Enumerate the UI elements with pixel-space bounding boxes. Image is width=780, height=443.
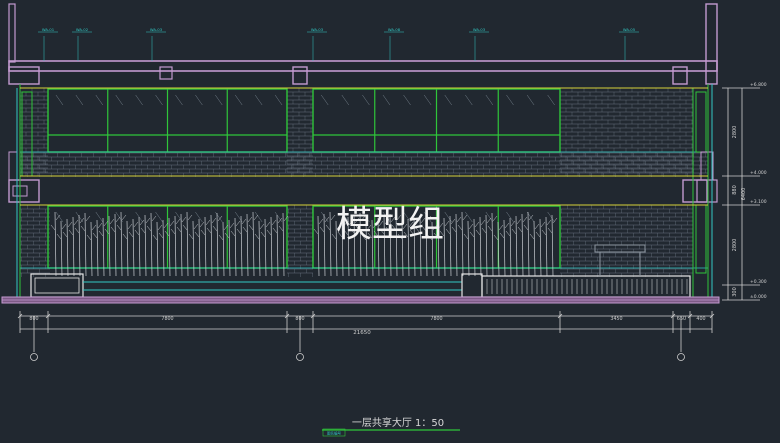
material-tag: WA-01	[42, 27, 55, 32]
segment-dim: 7800	[161, 316, 173, 322]
svg-text:+3.100: +3.100	[750, 199, 767, 205]
material-tags: WA-01 WA-02 WA-03 WA-03 WA-08 WA-03 WA-05	[38, 27, 639, 61]
material-tag: WA-08	[388, 27, 401, 32]
svg-text:2800: 2800	[732, 239, 738, 252]
dimension-labels: 800 7800 800 7800 3450 650 400	[29, 316, 705, 322]
height-dim-labels: 2800 880 2800 300 6400	[732, 126, 747, 297]
material-tag: WA-05	[623, 27, 636, 32]
ground-slab	[1, 296, 720, 304]
total-width-dim: 21650	[353, 330, 371, 336]
title-tag: 图名编号	[327, 431, 341, 436]
segment-dim: 400	[696, 316, 705, 322]
material-tag: WA-03	[473, 27, 486, 32]
plant-screen	[50, 211, 558, 277]
material-tag: WA-03	[150, 27, 163, 32]
elevation-svg: WA-01 WA-02 WA-03 WA-03 WA-08 WA-03 WA-05 800 7…	[1, 3, 767, 437]
svg-text:300: 300	[732, 287, 738, 297]
level-marks: +6.800 +4.000 +3.100 +0.300 ±0.000	[750, 82, 767, 300]
masonry-wall	[19, 87, 708, 277]
svg-text:+4.000: +4.000	[750, 170, 767, 176]
svg-text:2800: 2800	[732, 126, 738, 139]
roof-slab	[8, 3, 718, 85]
segment-dim: 7800	[430, 316, 442, 322]
mid-slab	[8, 151, 718, 203]
material-tag: WA-03	[311, 27, 324, 32]
svg-text:6400: 6400	[741, 188, 747, 201]
svg-text:880: 880	[732, 185, 738, 195]
material-tag: WA-02	[76, 27, 89, 32]
svg-text:+6.800: +6.800	[750, 82, 767, 88]
elevation-drawing: WA-01 WA-02 WA-03 WA-03 WA-08 WA-03 WA-05 800 7…	[0, 0, 780, 439]
segment-dim: 3450	[610, 316, 622, 322]
drawing-title: 一层共享大厅 1：50	[352, 416, 444, 429]
segment-dim: 650	[677, 316, 686, 322]
grid-axes	[30, 316, 685, 361]
watermark-text: 模型组	[336, 204, 444, 245]
svg-text:±0.000: ±0.000	[750, 294, 767, 300]
svg-text:+0.300: +0.300	[750, 279, 767, 285]
